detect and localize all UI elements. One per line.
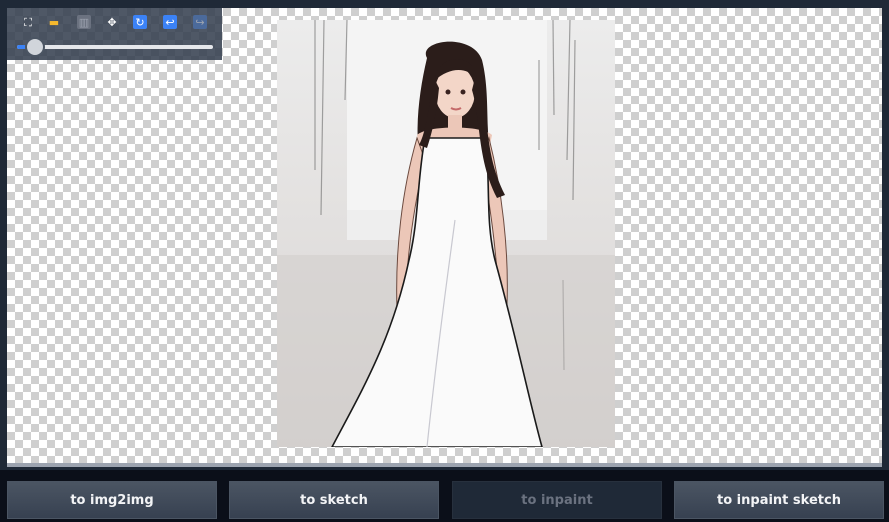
move-icon[interactable]: ✥ [105, 15, 119, 29]
to-img2img-button[interactable]: to img2img [7, 481, 217, 519]
brush-size-slider[interactable] [17, 37, 213, 57]
undo-icon[interactable]: ↩ [163, 15, 177, 29]
redo-icon[interactable]: ↪ [193, 15, 207, 29]
uploaded-image [277, 20, 615, 447]
to-inpaint-button[interactable]: to inpaint [452, 481, 662, 519]
canvas[interactable]: ⛶ ▬ ▥ ✥ ↻ ↩ ↪ [7, 8, 882, 463]
folder-icon[interactable]: ▬ [47, 15, 61, 29]
canvas-toolbar: ⛶ ▬ ▥ ✥ ↻ ↩ ↪ [7, 8, 222, 60]
to-sketch-button[interactable]: to sketch [229, 481, 439, 519]
reset-icon[interactable]: ↻ [133, 15, 147, 29]
slider-thumb[interactable] [24, 37, 45, 57]
figure-illustration [277, 20, 615, 447]
trash-icon[interactable]: ▥ [77, 15, 91, 29]
fullscreen-icon[interactable]: ⛶ [21, 15, 35, 29]
image-editor-panel: ⛶ ▬ ▥ ✥ ↻ ↩ ↪ [0, 0, 889, 470]
send-to-buttons: to img2img to sketch to inpaint to inpai… [0, 478, 889, 522]
canvas-bottom-bar [7, 463, 882, 467]
to-inpaint-sketch-button[interactable]: to inpaint sketch [674, 481, 884, 519]
